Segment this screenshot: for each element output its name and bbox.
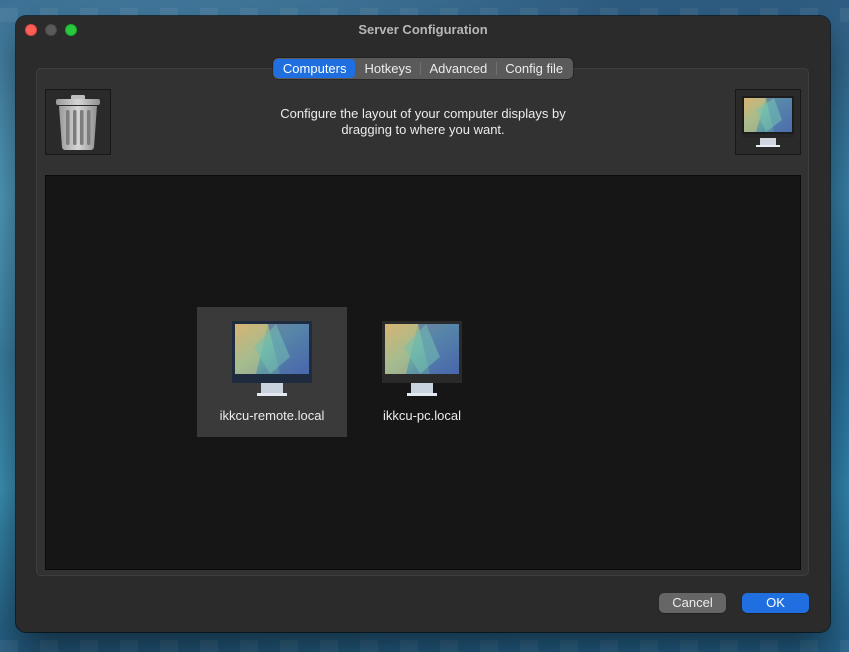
monitor-icon [382,321,462,396]
new-screen-source[interactable] [735,89,801,155]
instructions-line-1: Configure the layout of your computer di… [280,106,566,121]
tab-hotkeys[interactable]: Hotkeys [355,59,420,78]
window-title: Server Configuration [358,22,488,37]
tab-bar: Computers Hotkeys Advanced Config file [16,58,830,79]
ok-button[interactable]: OK [742,593,809,613]
tab-segmented-control: Computers Hotkeys Advanced Config file [272,58,574,79]
tab-advanced[interactable]: Advanced [420,59,496,78]
layout-instructions: Configure the layout of your computer di… [216,106,630,138]
instructions-line-2: dragging to where you want. [341,122,505,137]
tab-computers[interactable]: Computers [273,59,356,78]
server-configuration-window: Server Configuration Computers Hotkeys A… [16,16,830,632]
monitor-icon [742,96,794,147]
title-bar[interactable]: Server Configuration [16,16,830,44]
screen-layout-grid[interactable]: ikkcu-remote.local ikkcu-pc.local [45,175,801,570]
tab-config-file[interactable]: Config file [496,59,572,78]
screen-name: ikkcu-remote.local [219,408,325,423]
trash-drop-target[interactable] [45,89,111,155]
cancel-button[interactable]: Cancel [659,593,726,613]
desktop-wallpaper-bottom [0,640,849,652]
screen-tile-ikkcu-remote[interactable]: ikkcu-remote.local [197,307,347,437]
screen-tile-ikkcu-pc[interactable]: ikkcu-pc.local [347,307,497,437]
screen-name: ikkcu-pc.local [382,408,462,423]
monitor-icon [232,321,312,396]
trash-icon [56,95,100,150]
